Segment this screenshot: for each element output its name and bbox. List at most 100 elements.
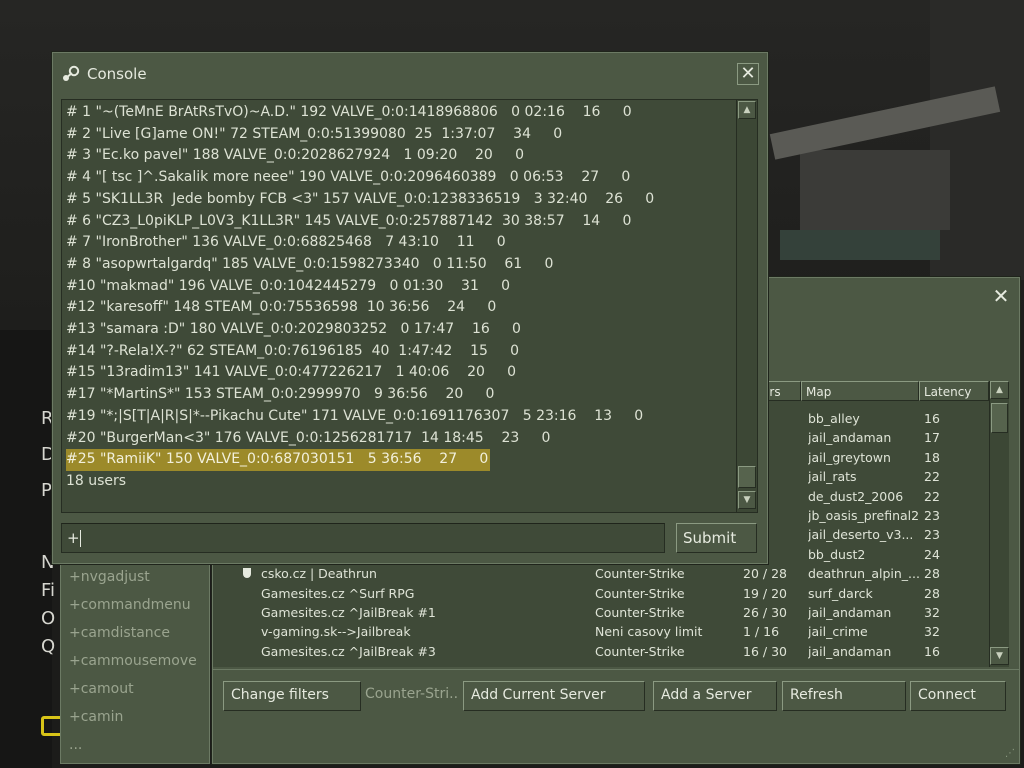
console-log: # 1 "~(TeMnE BrAtRsTvO)~A.D." 192 VALVE_… xyxy=(61,99,737,513)
console-log-line: #10 "makmad" 196 VALVE_0:0:1042445279 0 … xyxy=(66,277,511,294)
server-game-cell: Neni casovy limit xyxy=(595,624,703,640)
server-latency-cell: 23 xyxy=(924,508,940,523)
command-suggestion[interactable]: +cammousemove xyxy=(69,653,197,669)
server-map-cell: jb_oasis_prefinal2 xyxy=(808,508,920,523)
console-log-line: #12 "karesoff" 148 STEAM_0:0:75536598 10… xyxy=(66,299,497,316)
server-row[interactable]: Gamesites.cz ^Surf RPG Counter-Strike 19 /… xyxy=(213,584,989,603)
background-structure xyxy=(800,150,950,230)
server-table-scrollbar[interactable]: ▲ ▼ xyxy=(989,381,1009,667)
scrollbar-thumb[interactable] xyxy=(738,466,756,488)
server-map-cell: jail_deserto_v3... xyxy=(808,527,914,543)
command-suggestion[interactable]: +camdistance xyxy=(69,625,170,641)
server-latency-cell: 16 xyxy=(924,643,940,659)
console-log-line: # 6 "CZ3_L0piKLP_L0V3_K1LL3R" 145 VALVE_… xyxy=(66,212,632,229)
server-row[interactable]: v-gaming.sk-->Jailbreak Neni casovy limit… xyxy=(213,622,989,641)
server-name-cell: Gamesites.cz ^JailBreak #3 xyxy=(261,643,436,659)
footer-divider xyxy=(213,669,1019,670)
server-players-cell: 16 / 30 xyxy=(743,643,787,659)
server-latency-cell: 22 xyxy=(924,488,940,504)
close-icon[interactable]: ✕ xyxy=(737,63,759,85)
command-suggestion[interactable]: +camout xyxy=(69,681,134,697)
console-log-line: #15 "13radim13" 141 VALVE_0:0:477226217 … xyxy=(66,364,517,381)
column-header-map[interactable]: Map xyxy=(801,381,919,401)
server-latency-cell: 28 xyxy=(924,566,940,582)
console-log-line: # 8 "asopwrtalgardq" 185 VALVE_0:0:15982… xyxy=(66,255,554,272)
server-players-cell: 26 / 30 xyxy=(743,605,787,620)
console-log-line: # 3 "Ec.ko pavel" 188 VALVE_0:0:20286279… xyxy=(66,147,525,164)
server-map-cell: jail_crime xyxy=(808,624,868,640)
server-map-cell: jail_greytown xyxy=(808,449,891,465)
submit-button[interactable]: Submit xyxy=(676,523,757,553)
server-latency-cell: 32 xyxy=(924,624,940,640)
server-game-cell: Counter-Strike xyxy=(595,585,685,601)
server-map-cell: bb_dust2 xyxy=(808,546,866,562)
scroll-up-icon[interactable]: ▲ xyxy=(738,101,756,119)
add-current-server-button[interactable]: Add Current Server xyxy=(463,681,645,711)
command-suggestions: +nvgadjust +commandmenu +camdistance +ca… xyxy=(60,560,210,764)
console-log-line: # 4 "[ tsc ]^.Sakalik more neee" 190 VAL… xyxy=(66,169,631,186)
console-log-line: #20 "BurgerMan<3" 176 VALVE_0:0:12562817… xyxy=(66,429,551,446)
server-row[interactable]: csko.cz | Deathrun Counter-Strike 20 / 28 d… xyxy=(213,564,989,583)
server-players-cell: 20 / 28 xyxy=(743,566,787,582)
server-map-cell: de_dust2_2006 xyxy=(808,488,904,504)
column-header-latency[interactable]: Latency xyxy=(919,381,989,401)
server-latency-cell: 18 xyxy=(924,449,940,465)
console-command-input[interactable]: + xyxy=(61,523,665,553)
connect-button[interactable]: Connect xyxy=(910,681,1006,711)
background-girder xyxy=(780,230,940,260)
console-log-line: # 2 "Live [G]ame ON!" 72 STEAM_0:0:51399… xyxy=(66,125,563,142)
scroll-down-icon[interactable]: ▼ xyxy=(738,491,756,509)
console-log-line: # 7 "IronBrother" 136 VALVE_0:0:68825468… xyxy=(66,234,506,251)
console-title: Console xyxy=(87,65,147,83)
console-input-value: + xyxy=(67,529,80,547)
command-suggestion[interactable]: +nvgadjust xyxy=(69,569,150,585)
scrollbar-thumb[interactable] xyxy=(991,403,1008,433)
filter-summary: Counter-Stri.. xyxy=(365,686,459,702)
server-game-cell: Counter-Strike xyxy=(595,566,685,582)
server-map-cell: jail_rats xyxy=(808,469,857,485)
resize-grip-icon[interactable]: ⋰ xyxy=(1005,748,1015,759)
refresh-button[interactable]: Refresh xyxy=(782,681,906,711)
main-menu-item[interactable]: Q xyxy=(41,633,61,669)
server-latency-cell: 22 xyxy=(924,469,940,485)
console-window: Console ✕ # 1 "~(TeMnE BrAtRsTvO)~A.D." … xyxy=(52,52,768,564)
close-icon[interactable]: ✕ xyxy=(991,286,1011,306)
server-map-cell: jail_andaman xyxy=(808,430,892,446)
change-filters-button[interactable]: Change filters xyxy=(223,681,361,711)
server-map-cell: bb_alley xyxy=(808,411,860,426)
console-log-line: #19 "*;|S[T|A|R|S|*--Pikachu Cute" 171 V… xyxy=(66,407,644,424)
console-log-line: # 5 "SK1LL3R Jede bomby FCB <3" 157 VALV… xyxy=(66,190,655,207)
tab-strip-edge xyxy=(768,338,770,370)
console-log-line: # 1 "~(TeMnE BrAtRsTvO)~A.D." 192 VALVE_… xyxy=(66,104,632,120)
console-log-line: #17 "*MartinS*" 153 STEAM_0:0:2999970 9 … xyxy=(66,386,495,403)
console-log-line: #14 "?-Rela!X-?" 62 STEAM_0:0:76196185 4… xyxy=(66,342,520,359)
text-cursor xyxy=(79,530,81,547)
server-game-cell: Counter-Strike xyxy=(595,643,685,659)
server-latency-cell: 28 xyxy=(924,585,940,601)
server-latency-cell: 23 xyxy=(924,527,940,543)
console-user-count: 18 users xyxy=(66,472,127,489)
console-log-line: #13 "samara :D" 180 VALVE_0:0:2029803252… xyxy=(66,321,521,337)
command-suggestion-more[interactable]: ... xyxy=(69,737,82,753)
server-map-cell: jail_andaman xyxy=(808,643,892,659)
server-name-cell: Gamesites.cz ^Surf RPG xyxy=(261,585,415,601)
server-latency-cell: 24 xyxy=(924,546,940,562)
secure-server-icon xyxy=(243,568,251,579)
scroll-up-icon[interactable]: ▲ xyxy=(990,381,1009,399)
server-map-cell: deathrun_alpin_... xyxy=(808,566,920,582)
server-row[interactable]: Gamesites.cz ^JailBreak #1 Counter-Strike… xyxy=(213,603,989,622)
console-scrollbar[interactable]: ▲ ▼ xyxy=(736,99,758,513)
server-latency-cell: 32 xyxy=(924,605,940,620)
server-map-cell: jail_andaman xyxy=(808,605,892,620)
command-suggestion[interactable]: +commandmenu xyxy=(69,597,191,613)
server-row[interactable]: Gamesites.cz ^JailBreak #3 Counter-Strike… xyxy=(213,642,989,661)
background-pillar xyxy=(930,0,1024,280)
server-players-cell: 19 / 20 xyxy=(743,585,787,601)
scroll-down-icon[interactable]: ▼ xyxy=(990,647,1009,665)
command-suggestion[interactable]: +camin xyxy=(69,709,123,725)
steam-icon xyxy=(63,65,80,81)
add-server-button[interactable]: Add a Server xyxy=(653,681,777,711)
server-game-cell: Counter-Strike xyxy=(595,605,685,620)
server-players-cell: 1 / 16 xyxy=(743,624,780,640)
console-log-line: #25 "RamiiK" 150 VALVE_0:0:687030151 5 3… xyxy=(66,449,491,472)
